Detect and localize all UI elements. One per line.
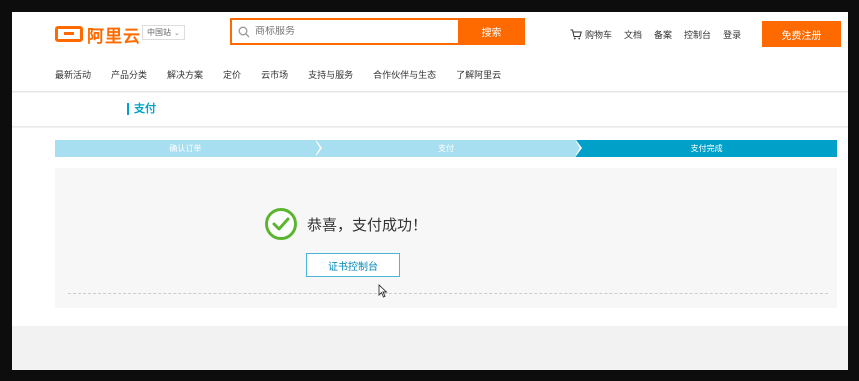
- brand-name: 阿里云: [87, 26, 141, 47]
- divider: [68, 293, 828, 294]
- page-title: 支付: [127, 103, 156, 115]
- success-text: 恭喜，支付成功！: [307, 215, 428, 234]
- search-input[interactable]: [255, 26, 435, 37]
- main-nav: 最新活动 产品分类 解决方案 定价 云市场 支持与服务 合作伙伴与生态 了解阿里…: [55, 68, 501, 81]
- docs-link[interactable]: 文档: [624, 28, 642, 41]
- step-label: 确认订单: [169, 144, 202, 153]
- cart-link[interactable]: 购物车: [570, 28, 612, 41]
- browser-viewport: 阿里云 中国站 ⌄ 搜索 购物车 文档 备案 控制台 登录 免费注册 最新活动: [12, 12, 848, 370]
- region-label: 中国站: [147, 28, 171, 37]
- step-separator-fill: [575, 140, 581, 156]
- nav-item-products[interactable]: 产品分类: [111, 68, 147, 81]
- search-icon: [238, 26, 250, 37]
- nav-item-marketplace[interactable]: 云市场: [261, 68, 288, 81]
- step-separator-fill: [314, 140, 320, 156]
- check-icon: [265, 208, 297, 240]
- region-selector[interactable]: 中国站 ⌄: [142, 25, 185, 40]
- success-message: 恭喜，支付成功！: [265, 208, 427, 240]
- cart-icon: [570, 29, 582, 40]
- login-link[interactable]: 登录: [723, 28, 741, 41]
- filing-link[interactable]: 备案: [654, 28, 672, 41]
- step-pay-complete: 支付完成: [576, 140, 838, 157]
- site-header: 阿里云 中国站 ⌄ 搜索 购物车 文档 备案 控制台 登录 免费注册 最新活动: [12, 12, 848, 92]
- console-link[interactable]: 控制台: [684, 28, 711, 41]
- nav-item-pricing[interactable]: 定价: [223, 68, 241, 81]
- page-subheader: 支付: [12, 93, 848, 127]
- step-label: 支付: [438, 144, 454, 153]
- aliyun-logo-icon: [55, 26, 83, 42]
- nav-item-support[interactable]: 支持与服务: [308, 68, 353, 81]
- result-panel: 恭喜，支付成功！ 证书控制台: [55, 168, 837, 308]
- search-box: [230, 18, 458, 45]
- nav-item-activities[interactable]: 最新活动: [55, 68, 91, 81]
- register-button[interactable]: 免费注册: [762, 21, 841, 47]
- mouse-cursor-icon: [378, 284, 388, 298]
- step-confirm-order: 确认订单: [55, 140, 322, 157]
- progress-steps: 确认订单 支付 支付完成: [55, 140, 838, 157]
- nav-item-solutions[interactable]: 解决方案: [167, 68, 203, 81]
- step-label: 支付完成: [690, 144, 723, 153]
- search-button[interactable]: 搜索: [458, 18, 525, 45]
- aliyun-logo[interactable]: 阿里云: [55, 24, 141, 47]
- payment-content: 确认订单 支付 支付完成 恭喜，支付成功！ 证书控制台: [12, 128, 848, 326]
- nav-item-partners[interactable]: 合作伙伴与生态: [373, 68, 436, 81]
- top-nav: 购物车 文档 备案 控制台 登录: [570, 28, 741, 41]
- step-pay: 支付: [315, 140, 583, 157]
- cart-label: 购物车: [585, 31, 613, 41]
- chevron-down-icon: ⌄: [174, 28, 180, 37]
- certificate-console-button[interactable]: 证书控制台: [306, 253, 400, 277]
- search-bar: 搜索: [230, 18, 525, 45]
- nav-item-about[interactable]: 了解阿里云: [456, 68, 501, 81]
